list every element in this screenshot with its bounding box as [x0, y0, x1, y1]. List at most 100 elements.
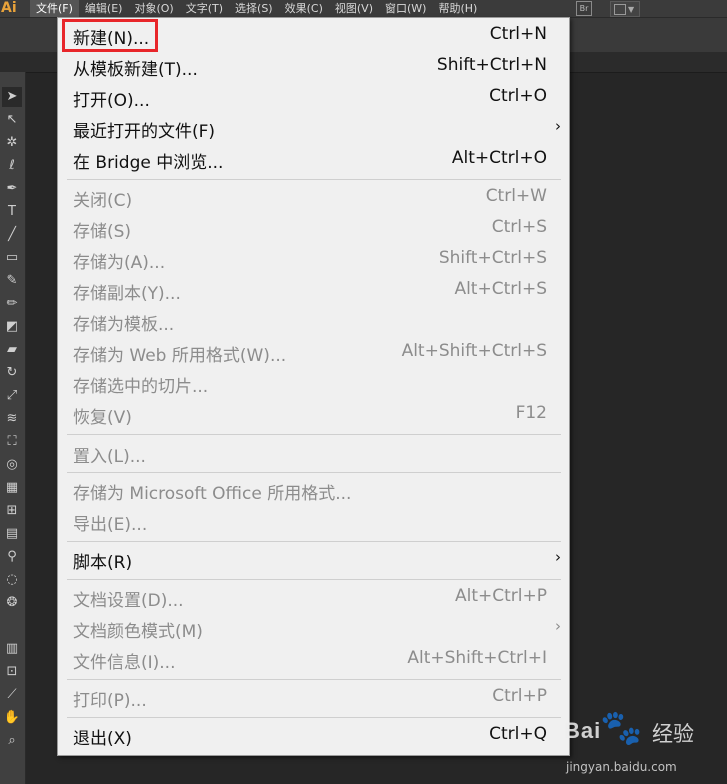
menu-item-shortcut: F12 [515, 403, 547, 423]
menu-item-shortcut: Shift+Ctrl+S [438, 248, 547, 268]
mesh-tool-icon[interactable]: ⊞ [2, 501, 22, 521]
menu-type[interactable]: 文字(T) [180, 0, 229, 17]
menu-item-save-as-template[interactable]: 存储为模板... [58, 307, 571, 337]
menu-item-label: 存储为 Microsoft Office 所用格式... [73, 484, 352, 504]
hand-tool-icon[interactable]: ✋ [2, 708, 22, 728]
free-transform-tool-icon[interactable]: ⛶ [2, 432, 22, 452]
bridge-button[interactable]: Br [576, 1, 592, 16]
menu-separator [67, 679, 561, 680]
menu-item-label: 退出(X) [73, 729, 132, 749]
app-logo: Ai [1, 0, 17, 16]
menu-item-label: 存储为 Web 所用格式(W)... [73, 346, 287, 366]
watermark-brand-cn: 经验 [652, 722, 694, 746]
shape-builder-tool-icon[interactable]: ◎ [2, 455, 22, 475]
slice-tool-icon[interactable]: ⟋ [2, 685, 22, 705]
highlight-annotation [62, 19, 158, 52]
menu-item-document-color-mode[interactable]: 文档颜色模式(M) › [58, 614, 571, 644]
rotate-tool-icon[interactable]: ↻ [2, 363, 22, 383]
menu-effect[interactable]: 效果(C) [279, 0, 329, 17]
menu-file[interactable]: 文件(F) [30, 0, 79, 17]
symbol-sprayer-tool-icon[interactable]: ❂ [2, 593, 22, 613]
menu-separator [67, 541, 561, 542]
menu-item-revert[interactable]: 恢复(V) F12 [58, 400, 571, 430]
menu-item-document-setup[interactable]: 文档设置(D)... Alt+Ctrl+P [58, 583, 571, 613]
magic-wand-tool-icon[interactable]: ✲ [2, 133, 22, 153]
menu-item-browse-in-bridge[interactable]: 在 Bridge 中浏览... Alt+Ctrl+O [58, 145, 571, 175]
menu-item-close[interactable]: 关闭(C) Ctrl+W [58, 183, 571, 213]
menu-view[interactable]: 视图(V) [329, 0, 379, 17]
chevron-right-icon: › [555, 117, 561, 135]
pen-tool-icon[interactable]: ✒ [2, 179, 22, 199]
menu-item-file-info[interactable]: 文件信息(I)... Alt+Shift+Ctrl+I [58, 645, 571, 675]
menu-item-new-from-template[interactable]: 从模板新建(T)... Shift+Ctrl+N [58, 52, 571, 82]
menu-window[interactable]: 窗口(W) [379, 0, 432, 17]
chevron-down-icon: ▼ [628, 5, 635, 14]
menu-item-shortcut: Ctrl+N [489, 24, 547, 44]
menu-item-print[interactable]: 打印(P)... Ctrl+P [58, 683, 571, 713]
menu-item-label: 存储(S) [73, 222, 132, 242]
zoom-tool-icon[interactable]: ⌕ [2, 731, 22, 751]
menu-item-save-as[interactable]: 存储为(A)... Shift+Ctrl+S [58, 245, 571, 275]
menubar-items: 文件(F) 编辑(E) 对象(O) 文字(T) 选择(S) 效果(C) 视图(V… [30, 0, 483, 17]
menu-item-shortcut: Ctrl+W [485, 186, 547, 206]
menu-item-shortcut: Ctrl+Q [489, 724, 547, 744]
lasso-tool-icon[interactable]: ℓ [2, 156, 22, 176]
paw-icon: 🐾 [600, 708, 643, 748]
menu-item-label: 文档颜色模式(M) [73, 622, 203, 642]
menu-item-label: 在 Bridge 中浏览... [73, 153, 224, 173]
menu-separator [67, 434, 561, 435]
menu-item-save[interactable]: 存储(S) Ctrl+S [58, 214, 571, 244]
eraser-tool-icon[interactable]: ▰ [2, 340, 22, 360]
rectangle-tool-icon[interactable]: ▭ [2, 248, 22, 268]
direct-selection-tool-icon[interactable]: ↖ [2, 110, 22, 130]
menu-item-label: 恢复(V) [73, 408, 132, 428]
menu-separator [67, 472, 561, 473]
paintbrush-tool-icon[interactable]: ✎ [2, 271, 22, 291]
menu-item-place[interactable]: 置入(L)... [58, 439, 571, 469]
menu-item-shortcut: Alt+Shift+Ctrl+S [401, 341, 547, 361]
menu-item-export[interactable]: 导出(E)... [58, 507, 571, 537]
menu-item-shortcut: Alt+Ctrl+P [454, 586, 547, 606]
menu-item-save-selected-slices[interactable]: 存储选中的切片... [58, 369, 571, 399]
menu-object[interactable]: 对象(O) [128, 0, 179, 17]
menu-item-label: 存储为(A)... [73, 253, 166, 273]
menu-separator [67, 179, 561, 180]
menu-item-scripts[interactable]: 脚本(R) › [58, 545, 571, 575]
workspace-layout-button[interactable]: ▼ [610, 1, 640, 17]
perspective-grid-tool-icon[interactable]: ▦ [2, 478, 22, 498]
menu-item-label: 文档设置(D)... [73, 591, 184, 611]
scale-tool-icon[interactable]: ⤢ [2, 386, 22, 406]
menu-item-open[interactable]: 打开(O)... Ctrl+O [58, 83, 571, 113]
watermark-url: jingyan.baidu.com [566, 760, 677, 774]
tools-panel: ➤ ↖ ✲ ℓ ✒ T ╱ ▭ ✎ ✏ ◩ ▰ ↻ ⤢ ≋ ⛶ ◎ ▦ ⊞ ▤ … [0, 72, 26, 784]
blob-brush-tool-icon[interactable]: ◩ [2, 317, 22, 337]
menu-separator [67, 717, 561, 718]
gradient-tool-icon[interactable]: ▤ [2, 524, 22, 544]
menu-item-shortcut: Ctrl+O [489, 86, 547, 106]
column-graph-tool-icon[interactable]: ▥ [2, 639, 22, 659]
menu-item-open-recent[interactable]: 最近打开的文件(F) › [58, 114, 571, 144]
menu-separator [67, 579, 561, 580]
menu-item-exit[interactable]: 退出(X) Ctrl+Q [58, 721, 571, 751]
menu-item-label: 存储为模板... [73, 315, 175, 335]
artboard-tool-icon[interactable]: ⊡ [2, 662, 22, 682]
blend-tool-icon[interactable]: ◌ [2, 570, 22, 590]
pencil-tool-icon[interactable]: ✏ [2, 294, 22, 314]
line-tool-icon[interactable]: ╱ [2, 225, 22, 245]
chevron-right-icon: › [555, 548, 561, 566]
menu-item-shortcut: Alt+Shift+Ctrl+I [407, 648, 547, 668]
menu-item-save-for-office[interactable]: 存储为 Microsoft Office 所用格式... [58, 476, 571, 506]
menu-item-label: 存储副本(Y)... [73, 284, 181, 304]
type-tool-icon[interactable]: T [2, 202, 22, 222]
menu-item-save-for-web[interactable]: 存储为 Web 所用格式(W)... Alt+Shift+Ctrl+S [58, 338, 571, 368]
menu-item-save-copy[interactable]: 存储副本(Y)... Alt+Ctrl+S [58, 276, 571, 306]
warp-tool-icon[interactable]: ≋ [2, 409, 22, 429]
menu-select[interactable]: 选择(S) [229, 0, 279, 17]
menu-help[interactable]: 帮助(H) [432, 0, 483, 17]
selection-tool-icon[interactable]: ➤ [2, 87, 22, 107]
file-menu-dropdown: 新建(N)... Ctrl+N 从模板新建(T)... Shift+Ctrl+N… [57, 17, 570, 756]
eyedropper-tool-icon[interactable]: ⚲ [2, 547, 22, 567]
menu-item-label: 打开(O)... [73, 91, 150, 111]
watermark-brand: Bai [564, 718, 602, 743]
menu-edit[interactable]: 编辑(E) [79, 0, 129, 17]
